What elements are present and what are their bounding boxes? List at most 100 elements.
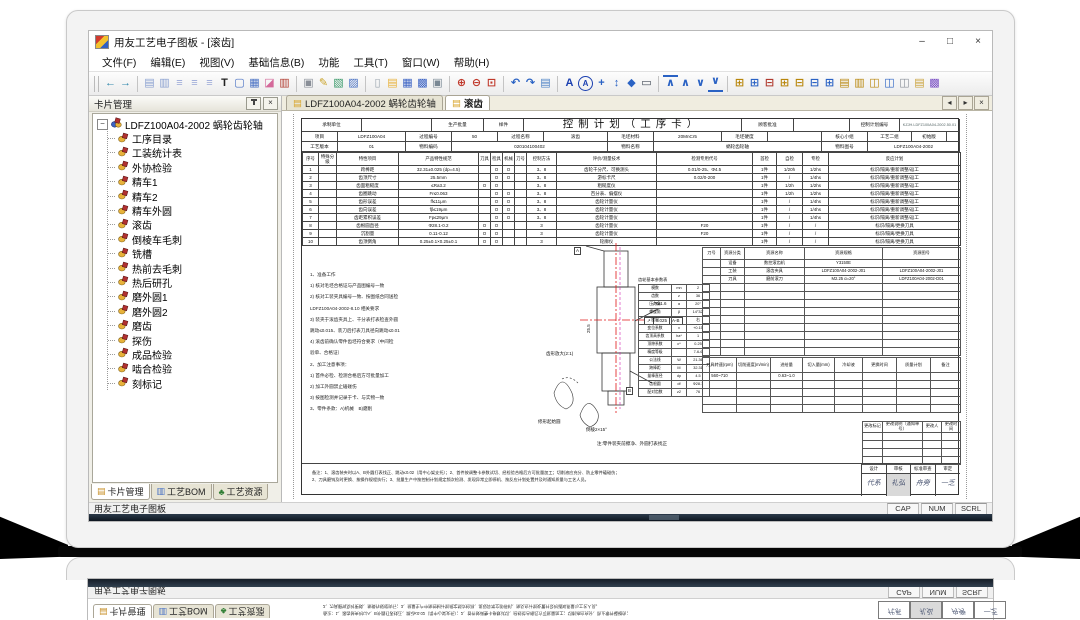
save-all-icon[interactable]: ▩ <box>415 76 430 91</box>
insert-col-icon[interactable]: ⊞ <box>777 76 792 91</box>
tree-item-热前去毛刺[interactable]: 热前去毛刺 <box>108 261 277 275</box>
sidebar-tab-工艺BOM[interactable]: ▥工艺BOM <box>151 484 212 500</box>
zoom-in-icon[interactable]: ⊕ <box>454 76 469 91</box>
table-header-cell: 刀具 <box>479 153 491 166</box>
pin-icon[interactable] <box>246 97 261 110</box>
format-painter-icon[interactable]: ▩ <box>927 76 942 91</box>
dim-cross-icon[interactable]: + <box>594 76 609 91</box>
delete-red-icon[interactable]: ▥ <box>277 76 292 91</box>
paste-row-icon[interactable]: ◫ <box>882 76 897 91</box>
sheet-header-cell: 020104100402 <box>452 142 608 152</box>
gear-param-cell <box>672 317 687 325</box>
paste-icon[interactable]: ▤ <box>912 76 927 91</box>
copy-icon[interactable]: ◫ <box>897 76 912 91</box>
back-icon[interactable]: ← <box>103 76 118 91</box>
tree-item-刻标记[interactable]: 刻标记 <box>108 376 277 390</box>
sidebar-tab-卡片管理[interactable]: ▤卡片管理 <box>91 484 150 500</box>
tree-item-工装统计表[interactable]: 工装统计表 <box>108 146 277 160</box>
eraser-icon[interactable]: ◪ <box>262 76 277 91</box>
row-spacing-icon[interactable]: ≡ <box>172 76 187 91</box>
redo-icon[interactable]: ↷ <box>523 76 538 91</box>
menu-item[interactable]: 基础信息(B) <box>241 55 311 70</box>
row-spacing2-icon[interactable]: ≡ <box>187 76 202 91</box>
document-canvas[interactable]: 承制单位生产批量样件控制计划（工序卡）顾客批准控制计划编号KZJH.LDFZ10… <box>282 111 992 502</box>
document-tab-滚齿[interactable]: ▤滚齿 <box>445 95 490 110</box>
mini-cell: 数控滚齿机 <box>745 260 805 268</box>
font-tool-icon[interactable]: A <box>562 76 577 91</box>
tree-item-磨齿[interactable]: 磨齿 <box>108 318 277 332</box>
tree-item-啮合检验[interactable]: 啮合检验 <box>108 362 277 376</box>
tab-close-icon[interactable]: × <box>974 96 989 110</box>
move-down-icon[interactable]: ∨ <box>693 76 708 91</box>
new-file-icon[interactable]: ▯ <box>370 76 385 91</box>
cell-box-icon[interactable]: ▢ <box>232 76 247 91</box>
move-up-icon[interactable]: ∧ <box>678 76 693 91</box>
zoom-out-icon[interactable]: ⊖ <box>469 76 484 91</box>
picture2-icon[interactable]: ▨ <box>346 76 361 91</box>
menu-item[interactable]: 工具(T) <box>346 55 394 70</box>
sheet-header-cell <box>794 119 850 132</box>
document-tab-LDFZ100A04-2002 蜗轮齿轮轴[interactable]: ▤LDFZ100A04-2002 蜗轮齿轮轴 <box>286 95 443 110</box>
menu-item[interactable]: 窗口(W) <box>395 55 447 70</box>
tree-item-精车外圆[interactable]: 精车外圆 <box>108 203 277 217</box>
tree-item-工序目录[interactable]: 工序目录 <box>108 131 277 145</box>
tree-item-探伤[interactable]: 探伤 <box>108 333 277 347</box>
col-props-icon[interactable]: ▥ <box>852 76 867 91</box>
text-tool-icon[interactable]: T <box>217 76 232 91</box>
delete-row-icon[interactable]: ⊟ <box>762 76 777 91</box>
zoom-fit-icon[interactable]: ⊡ <box>484 76 499 91</box>
mini-header-cell: 进给量 <box>771 358 803 373</box>
delete-col-icon[interactable]: ⊟ <box>792 76 807 91</box>
callout-icon[interactable]: ▭ <box>639 76 654 91</box>
table-cell: F20 <box>657 222 753 230</box>
insert-row-above-icon[interactable]: ⊞ <box>732 76 747 91</box>
stamp-icon[interactable]: ▣ <box>301 76 316 91</box>
tree-item-倒棱车毛刺[interactable]: 倒棱车毛刺 <box>108 232 277 246</box>
split-cells-icon[interactable]: ⊞ <box>822 76 837 91</box>
picture-icon[interactable]: ▧ <box>331 76 346 91</box>
menu-item[interactable]: 编辑(E) <box>143 55 192 70</box>
tree-item-热后研孔[interactable]: 热后研孔 <box>108 275 277 289</box>
tree-item-精车2[interactable]: 精车2 <box>108 189 277 203</box>
sidebar-tab-工艺资源[interactable]: ♣工艺资源 <box>213 484 269 500</box>
merge-cells-icon[interactable]: ⊟ <box>807 76 822 91</box>
tree-item-磨外圆2[interactable]: 磨外圆2 <box>108 304 277 318</box>
minimize-button[interactable]: – <box>908 33 936 51</box>
row-spacing3-icon[interactable]: ≡ <box>202 76 217 91</box>
menu-item[interactable]: 文件(F) <box>95 55 143 70</box>
doc-props-icon[interactable]: ▤ <box>538 76 553 91</box>
char-circle-icon[interactable]: A <box>578 76 593 91</box>
pane-left-icon[interactable]: ▤ <box>142 76 157 91</box>
tree-item-铣槽[interactable]: 铣槽 <box>108 247 277 261</box>
move-bottom-icon[interactable]: ∨ <box>708 75 723 92</box>
copy-row-icon[interactable]: ◫ <box>867 76 882 91</box>
print-icon[interactable]: ▣ <box>430 76 445 91</box>
tab-scroll-right-icon[interactable]: ▸ <box>958 96 973 110</box>
expander-icon[interactable]: − <box>97 119 108 130</box>
row-props-icon[interactable]: ▤ <box>837 76 852 91</box>
close-button[interactable]: × <box>964 33 992 51</box>
tree-item-外协检验[interactable]: 外协检验 <box>108 160 277 174</box>
tree-item-滚齿[interactable]: 滚齿 <box>108 218 277 232</box>
tab-scroll-left-icon[interactable]: ◂ <box>942 96 957 110</box>
dim-vertical-icon[interactable]: ↕ <box>609 76 624 91</box>
tree-item-磨外圆1[interactable]: 磨外圆1 <box>108 290 277 304</box>
tree-root-item[interactable]: −LDFZ100A04-2002 蜗轮齿轮轴 <box>97 117 277 131</box>
tree-item-成品检验[interactable]: 成品检验 <box>108 347 277 361</box>
tree-item-精车1[interactable]: 精车1 <box>108 175 277 189</box>
save-icon[interactable]: ▦ <box>400 76 415 91</box>
move-top-icon[interactable]: ∧ <box>663 75 678 92</box>
menu-item[interactable]: 帮助(H) <box>447 55 497 70</box>
pane-right-icon[interactable]: ▥ <box>157 76 172 91</box>
menu-item[interactable]: 功能 <box>311 55 346 70</box>
open-file-icon[interactable]: ▤ <box>385 76 400 91</box>
maximize-button[interactable]: □ <box>936 33 964 51</box>
forward-icon[interactable]: → <box>118 76 133 91</box>
table-grid-icon[interactable]: ▦ <box>247 76 262 91</box>
pencil-icon[interactable]: ✎ <box>316 76 331 91</box>
close-icon[interactable]: × <box>263 97 278 110</box>
symbol-icon[interactable]: ◆ <box>624 76 639 91</box>
undo-icon[interactable]: ↶ <box>508 76 523 91</box>
insert-row-below-icon[interactable]: ⊞ <box>747 76 762 91</box>
menu-item[interactable]: 视图(V) <box>192 55 241 70</box>
